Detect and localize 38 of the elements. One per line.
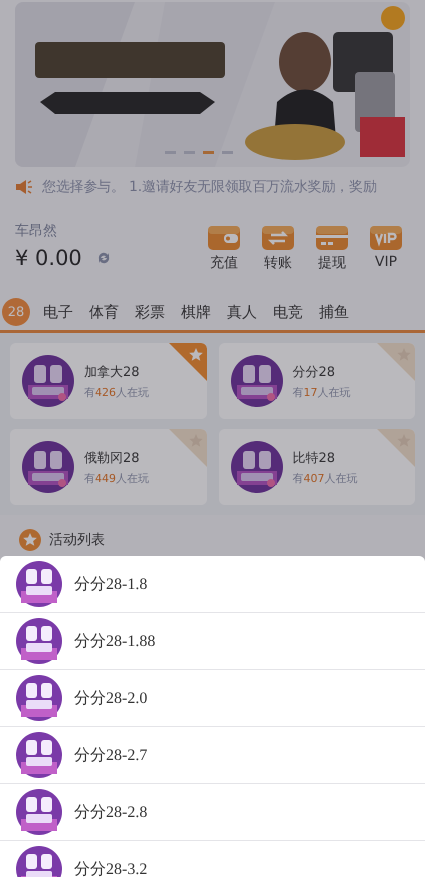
favorite-star-icon[interactable] [377, 429, 415, 467]
balance: ¥ 0.00 [15, 246, 82, 270]
player-count: 有449人在玩 [84, 470, 149, 486]
game-card[interactable]: 分分28 有17人在玩 [218, 343, 415, 419]
game-title: 比特28 [292, 450, 336, 466]
favorite-star-icon[interactable] [377, 343, 415, 381]
action-button[interactable]: 充值 [197, 222, 251, 272]
game-card[interactable]: 俄勒冈28 有449人在玩 [10, 429, 206, 505]
player-count: 有426人在玩 [84, 384, 149, 400]
game-card[interactable]: 比特28 有407人在玩 [218, 429, 415, 505]
user-name: 车昂然 [15, 222, 58, 240]
option-item[interactable]: 分分28-1.88 [0, 613, 425, 670]
category-tab[interactable]: 体育 [81, 297, 127, 327]
game-title: 俄勒冈28 [84, 450, 141, 466]
speaker-icon [15, 179, 33, 195]
category-tab[interactable]: 电子 [35, 297, 81, 327]
action-button[interactable]: 提现 [305, 222, 359, 272]
category-tab[interactable]: 真人 [219, 297, 265, 327]
action-button[interactable]: 转账 [251, 222, 305, 272]
game-title: 加拿大28 [84, 364, 141, 380]
category-tab[interactable]: 捕鱼 [311, 297, 357, 327]
notice-text: 您选择参与。 1.邀请好友无限领取百万流水奖励，奖励 [42, 178, 377, 196]
option-item[interactable]: 分分28-2.0 [0, 670, 425, 727]
option-item[interactable]: 分分28-2.8 [0, 784, 425, 841]
game-title: 分分28 [292, 364, 336, 380]
option-item[interactable]: 分分28-3.2 [0, 841, 425, 877]
player-count: 有17人在玩 [292, 384, 350, 400]
favorite-star-icon[interactable] [168, 343, 206, 381]
action-button[interactable]: VIP [359, 222, 413, 270]
player-count: 有407人在玩 [292, 470, 358, 486]
section-title: 活动列表 [49, 531, 105, 549]
option-item[interactable]: 分分28-2.7 [0, 727, 425, 784]
category-tab[interactable]: 棋牌 [173, 297, 219, 327]
favorite-star-icon[interactable] [168, 429, 206, 467]
category-tab[interactable]: 彩票 [127, 297, 173, 327]
option-item[interactable]: 分分28-1.8 [0, 556, 425, 613]
game-card[interactable]: 加拿大28 有426人在玩 [10, 343, 206, 419]
category-tab[interactable]: 电竞 [265, 297, 311, 327]
